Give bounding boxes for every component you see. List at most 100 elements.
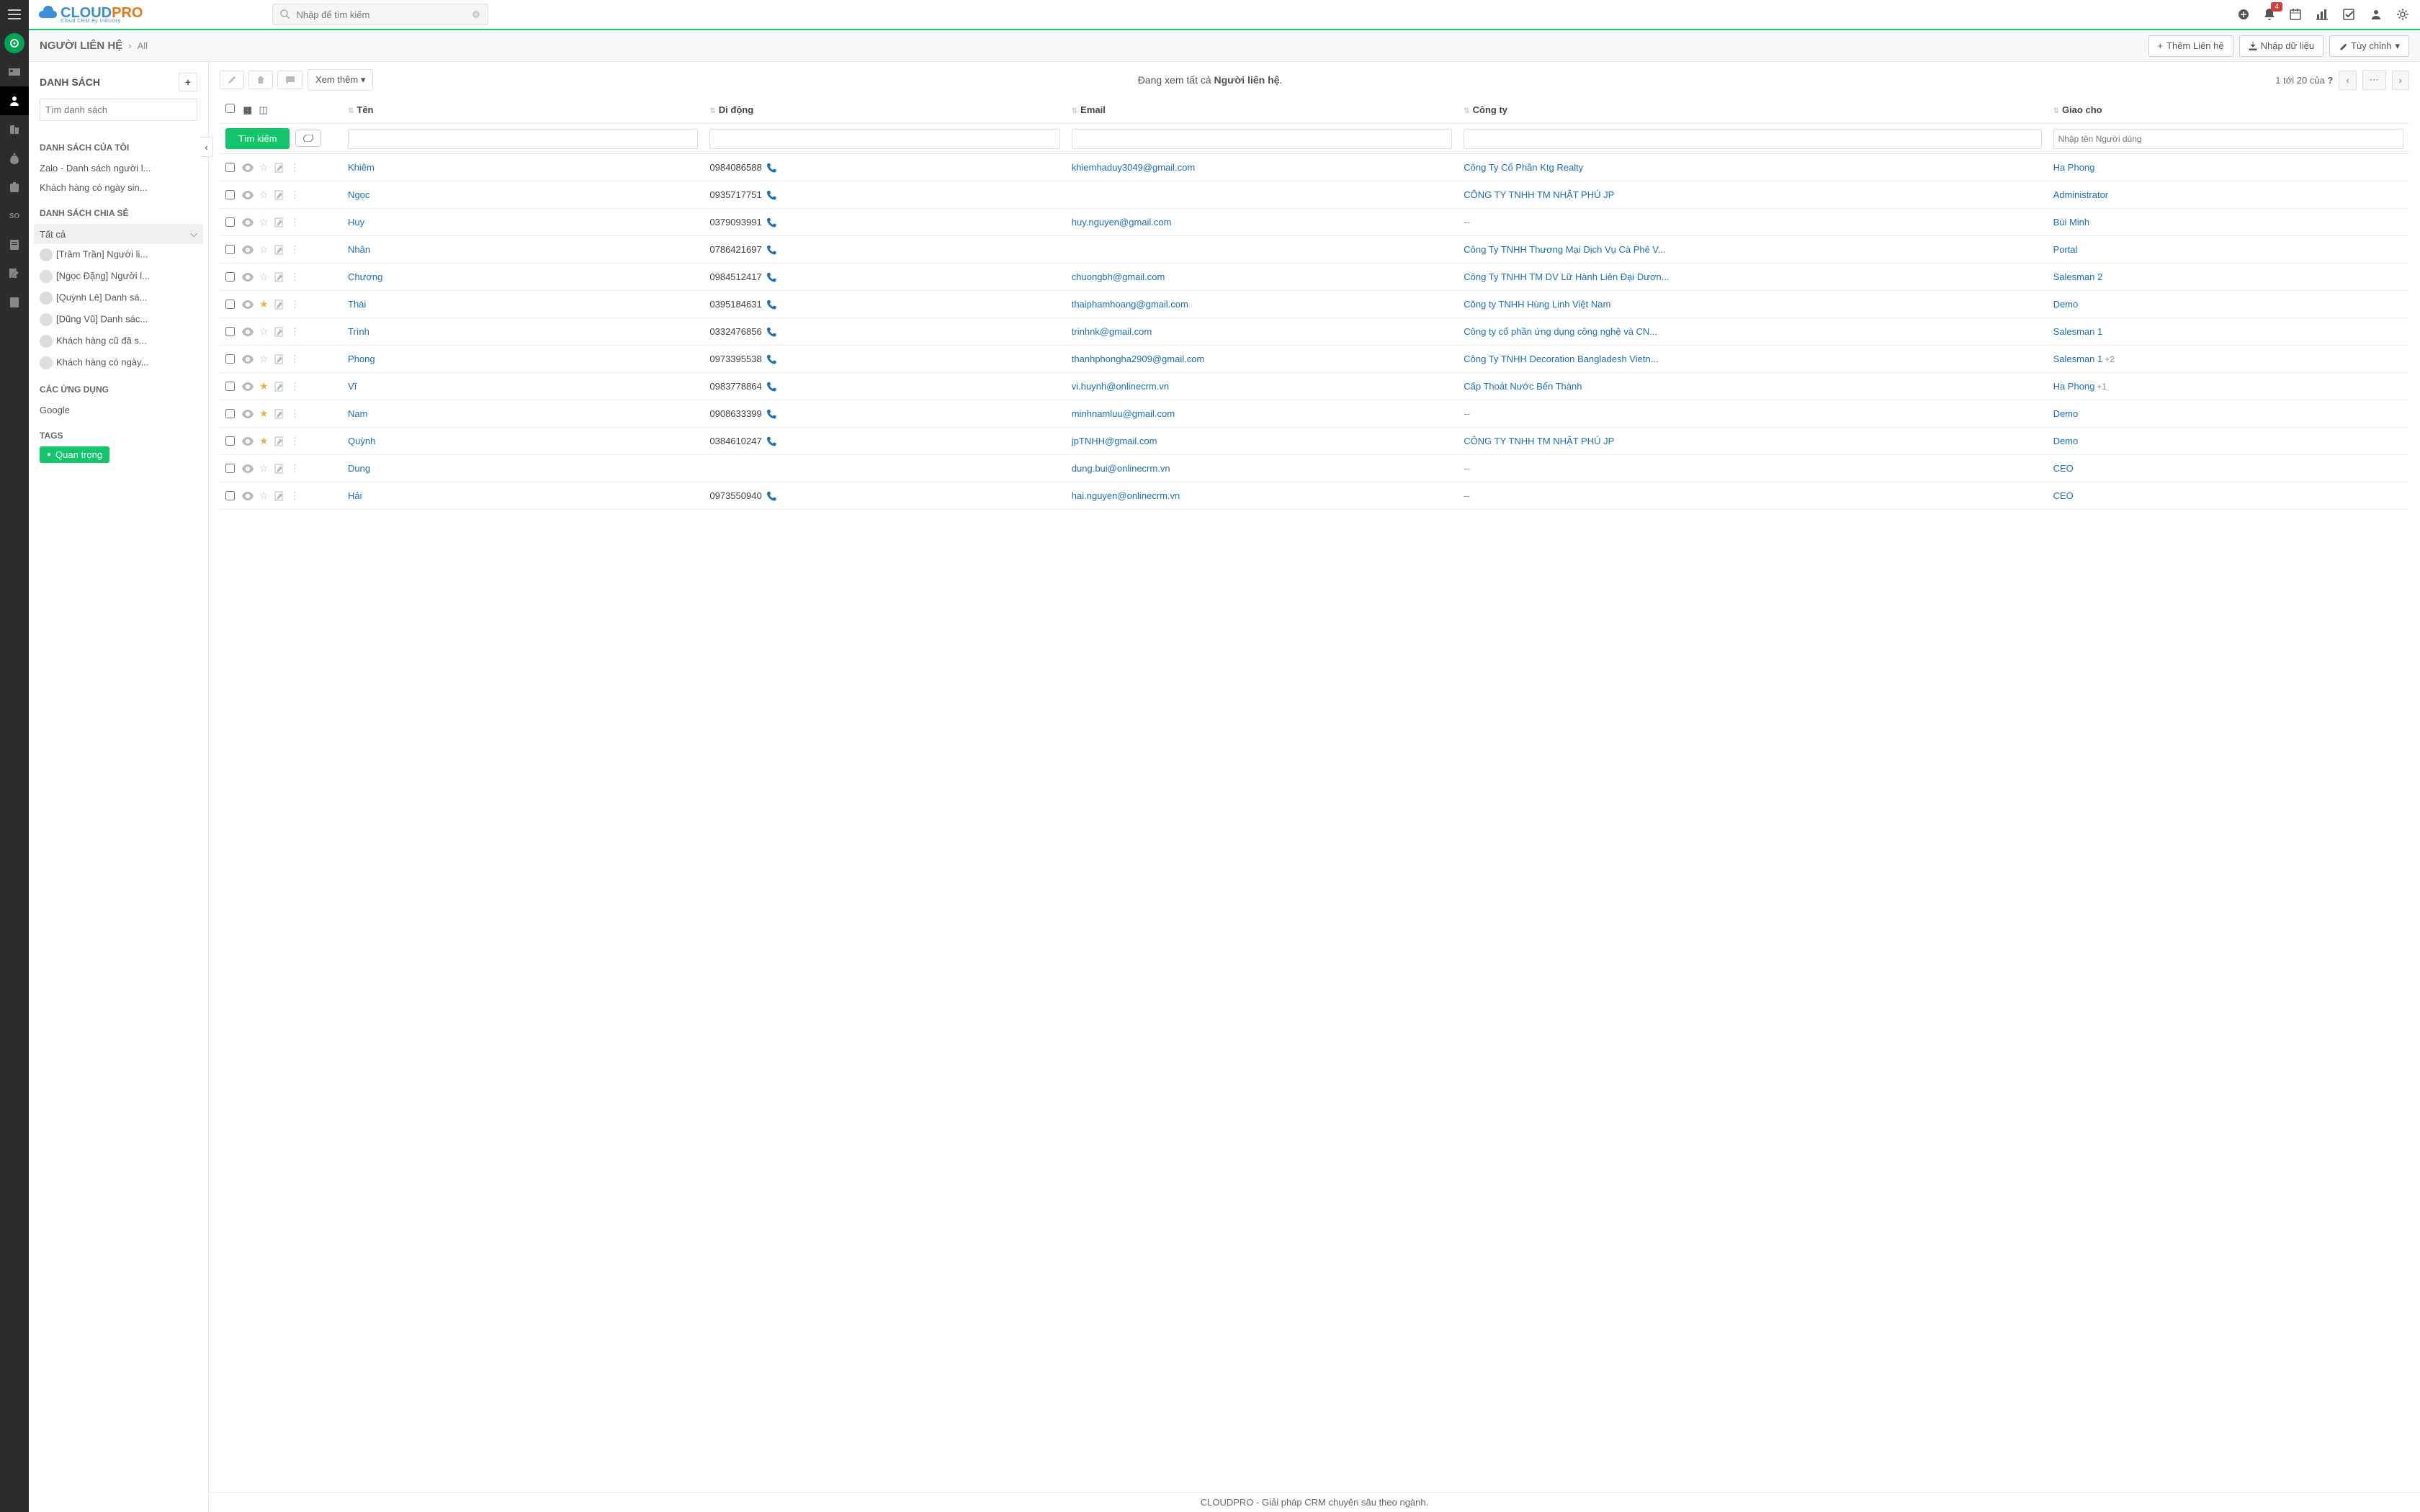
sidebar-contact-icon[interactable] (0, 86, 29, 115)
more-icon[interactable]: ⋮ (290, 162, 300, 174)
more-icon[interactable]: ⋮ (290, 490, 300, 502)
sidebar-list-icon[interactable] (0, 230, 29, 259)
email-link[interactable]: chuongbh@gmail.com (1072, 271, 1165, 282)
eye-icon[interactable] (242, 355, 254, 364)
phone-icon[interactable] (766, 300, 776, 310)
add-icon[interactable] (2238, 9, 2249, 20)
sidebar-building-icon[interactable] (0, 115, 29, 144)
row-checkbox[interactable] (225, 354, 235, 364)
sidebar-money-icon[interactable] (0, 144, 29, 173)
filter-mobile[interactable] (709, 129, 1059, 149)
page-options-button[interactable]: ⋯ (2362, 70, 2386, 90)
filter-name[interactable] (348, 129, 698, 149)
eye-icon[interactable] (242, 163, 254, 172)
sidebar-badge-icon[interactable] (0, 173, 29, 202)
email-link[interactable]: thanhphongha2909@gmail.com (1072, 354, 1205, 364)
row-checkbox[interactable] (225, 217, 235, 227)
eye-icon[interactable] (242, 218, 254, 227)
select-all-checkbox[interactable] (225, 104, 235, 113)
email-link[interactable]: trinhnk@gmail.com (1072, 326, 1152, 337)
logo[interactable]: CLOUDPRO Cloud CRM By Industry (36, 5, 143, 24)
more-icon[interactable]: ⋮ (290, 381, 300, 392)
phone-icon[interactable] (766, 217, 776, 228)
company-link[interactable]: CÔNG TY TNHH TM NHẬT PHÚ JP (1464, 436, 1614, 446)
row-checkbox[interactable] (225, 327, 235, 336)
edit-icon[interactable] (274, 327, 284, 337)
edit-button[interactable] (220, 71, 244, 89)
edit-icon[interactable] (274, 163, 284, 173)
phone-icon[interactable] (766, 491, 776, 501)
assigned-link[interactable]: Demo (2053, 408, 2079, 419)
edit-icon[interactable] (274, 190, 284, 200)
row-checkbox[interactable] (225, 190, 235, 199)
star-icon[interactable]: ☆ (259, 243, 269, 256)
row-checkbox[interactable] (225, 245, 235, 254)
more-icon[interactable]: ⋮ (290, 326, 300, 338)
more-icon[interactable]: ⋮ (290, 217, 300, 228)
app-item[interactable]: Google (40, 400, 197, 420)
row-checkbox[interactable] (225, 409, 235, 418)
contact-name[interactable]: Dung (348, 463, 370, 474)
shared-list-item[interactable]: [Trâm Trần] Người li... (40, 244, 197, 266)
row-checkbox[interactable] (225, 382, 235, 391)
more-icon[interactable]: ⋮ (290, 463, 300, 474)
eye-icon[interactable] (242, 464, 254, 473)
email-link[interactable]: thaiphamhoang@gmail.com (1072, 299, 1188, 310)
row-checkbox[interactable] (225, 300, 235, 309)
row-checkbox[interactable] (225, 163, 235, 172)
more-icon[interactable]: ⋮ (290, 408, 300, 420)
phone-icon[interactable] (766, 436, 776, 446)
next-page-button[interactable]: › (2392, 71, 2409, 90)
star-icon[interactable]: ☆ (259, 189, 269, 201)
sidebar-edit-icon[interactable] (0, 259, 29, 288)
user-icon[interactable] (2370, 9, 2382, 20)
shared-list-item[interactable]: [Quỳnh Lê] Danh sá... (40, 287, 197, 309)
eye-icon[interactable] (242, 437, 254, 446)
edit-icon[interactable] (274, 409, 284, 419)
more-icon[interactable]: ⋮ (290, 436, 300, 447)
more-dropdown[interactable]: Xem thêm ▾ (308, 69, 373, 91)
company-link[interactable]: Công ty cổ phần ứng dụng công nghệ và CN… (1464, 326, 1657, 337)
check-icon[interactable] (2343, 9, 2356, 20)
star-icon[interactable]: ☆ (259, 490, 269, 502)
company-link[interactable]: Công Ty TNHH Decoration Bangladesh Vietn… (1464, 354, 1658, 364)
edit-icon[interactable] (274, 491, 284, 501)
my-list-item[interactable]: Khách hàng có ngày sin... (40, 178, 197, 197)
list-search-input[interactable] (40, 99, 197, 121)
assigned-link[interactable]: Bùi Minh (2053, 217, 2090, 228)
eye-icon[interactable] (242, 273, 254, 282)
company-link[interactable]: Cấp Thoát Nước Bến Thành (1464, 381, 1582, 392)
filter-email[interactable] (1072, 129, 1452, 149)
company-link[interactable]: Công ty TNHH Hùng Linh Việt Nam (1464, 299, 1610, 310)
bell-icon[interactable]: 4 (2264, 8, 2275, 21)
shared-list-item[interactable]: Khách hàng có ngày... (40, 352, 197, 374)
eye-icon[interactable] (242, 492, 254, 500)
star-icon[interactable]: ★ (259, 380, 269, 392)
eye-icon[interactable] (242, 382, 254, 391)
sidebar-so-icon[interactable]: SO (0, 202, 29, 230)
customize-button[interactable]: Tùy chỉnh ▾ (2329, 35, 2409, 57)
eye-icon[interactable] (242, 246, 254, 254)
collapse-sidebar-button[interactable]: ‹ (200, 137, 213, 157)
company-link[interactable]: Công Ty Cổ Phần Ktg Realty (1464, 162, 1583, 173)
email-link[interactable]: khiemhaduy3049@gmail.com (1072, 162, 1195, 173)
assigned-link[interactable]: Salesman 1 (2053, 326, 2103, 337)
edit-icon[interactable] (274, 272, 284, 282)
row-checkbox[interactable] (225, 272, 235, 282)
edit-icon[interactable] (274, 436, 284, 446)
shared-list-item[interactable]: [Dũng Vũ] Danh sác... (40, 309, 197, 330)
clear-filter-button[interactable] (295, 130, 321, 147)
assigned-link[interactable]: Demo (2053, 436, 2079, 446)
more-icon[interactable]: ⋮ (290, 189, 300, 201)
phone-icon[interactable] (766, 354, 776, 364)
email-link[interactable]: vi.huynh@onlinecrm.vn (1072, 381, 1169, 392)
shared-list-item[interactable]: [Ngọc Đặng] Người l... (40, 266, 197, 287)
star-icon[interactable]: ☆ (259, 216, 269, 228)
phone-icon[interactable] (766, 190, 776, 200)
star-icon[interactable]: ★ (259, 408, 269, 420)
email-link[interactable]: dung.bui@onlinecrm.vn (1072, 463, 1170, 474)
sidebar-doc-icon[interactable] (0, 288, 29, 317)
contact-name[interactable]: Hải (348, 490, 362, 501)
eye-icon[interactable] (242, 410, 254, 418)
chart-icon[interactable] (2316, 9, 2329, 20)
